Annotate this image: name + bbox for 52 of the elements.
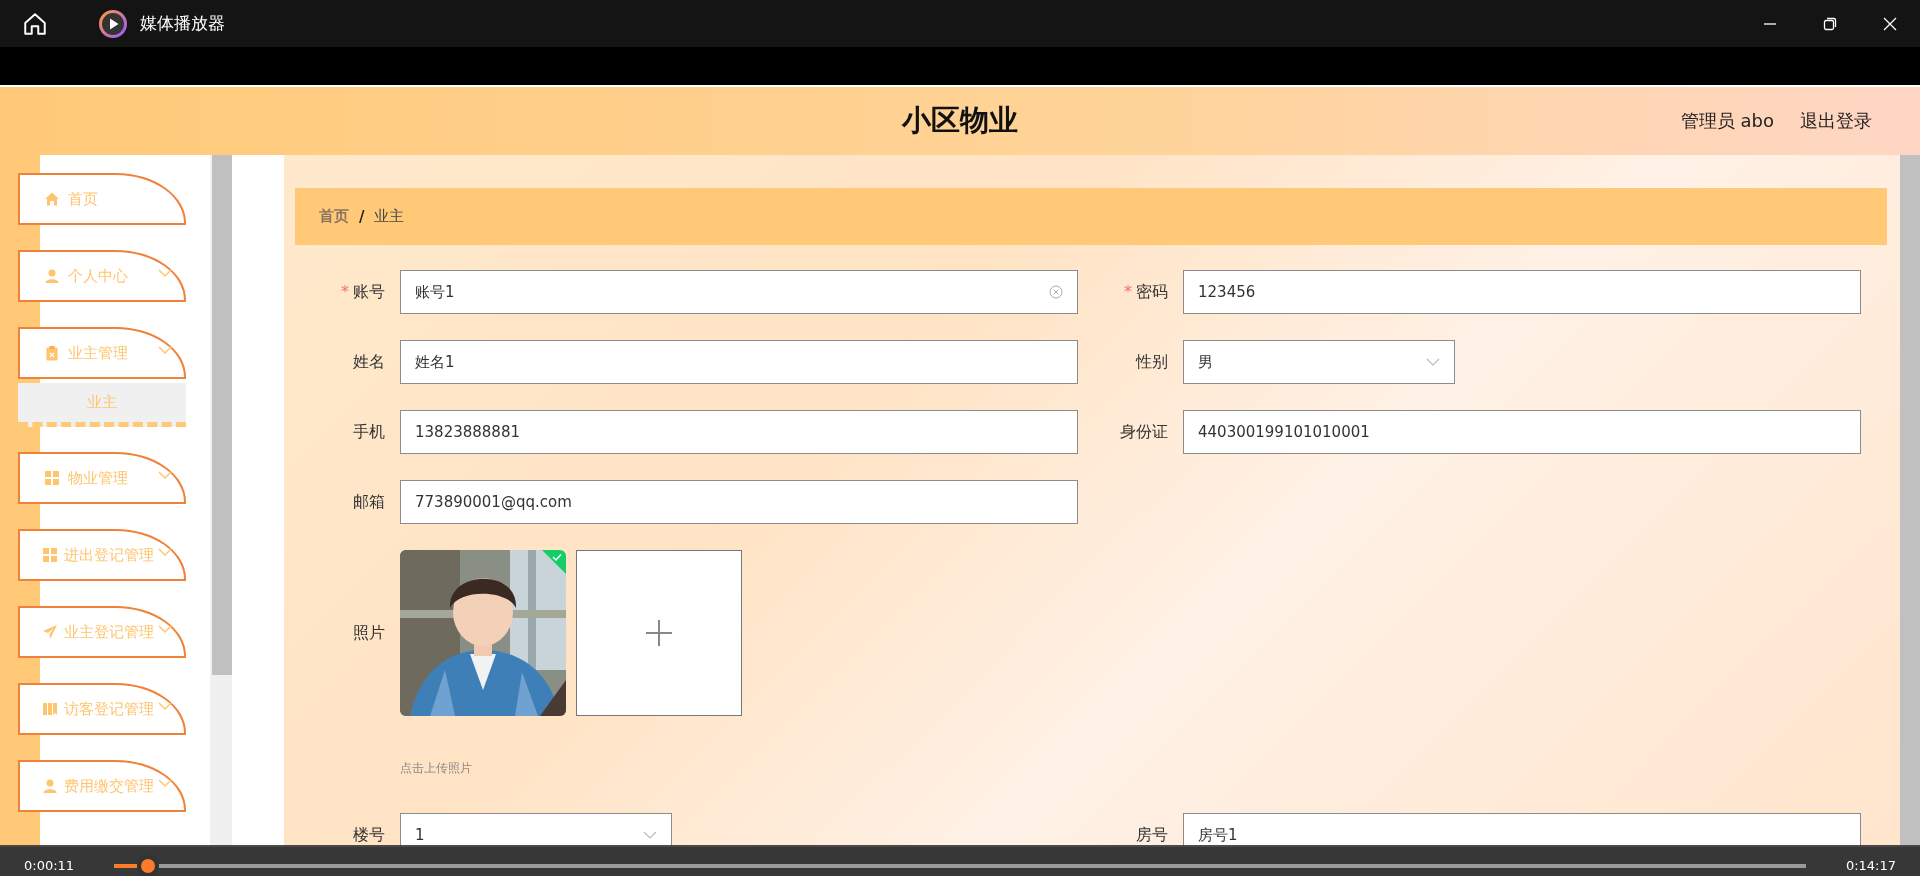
select-field[interactable]: 男 <box>1183 340 1455 384</box>
home-icon[interactable] <box>22 10 48 37</box>
field-label: 密码 <box>1136 281 1168 301</box>
grid-icon <box>44 470 60 486</box>
home-icon <box>44 191 60 207</box>
chevron-icon <box>1426 357 1440 367</box>
logout-link[interactable]: 退出登录 <box>1800 109 1872 133</box>
field-label: 账号 <box>353 281 385 301</box>
field-label: 身份证 <box>1120 421 1168 441</box>
restore-icon <box>1822 15 1838 32</box>
duration-time: 0:14:17 <box>1845 858 1896 873</box>
upload-hint: 点击上传照片 <box>400 760 472 777</box>
elapsed-time: 0:00:11 <box>24 858 76 873</box>
input-field[interactable]: 姓名1 <box>400 340 1078 384</box>
minimize-icon <box>1763 22 1777 25</box>
field-label: 房号 <box>1136 824 1168 844</box>
breadcrumb-item: 业主 <box>374 207 405 226</box>
field-label: 照片 <box>353 622 385 642</box>
input-field[interactable]: 房号1 <box>1183 813 1861 847</box>
plus-icon <box>645 619 673 647</box>
play-icon <box>99 9 127 38</box>
upload-button[interactable] <box>576 550 742 716</box>
input-field[interactable]: 13823888881 <box>400 410 1078 454</box>
book-icon <box>42 701 58 717</box>
clipboard-icon <box>44 345 60 361</box>
progress-thumb[interactable] <box>136 854 159 876</box>
clear-icon[interactable] <box>1049 285 1063 299</box>
user-name: 管理员 abo <box>1680 109 1774 133</box>
input-field[interactable]: 账号1 <box>400 270 1078 314</box>
field-label: 邮箱 <box>353 491 385 511</box>
app-title: 小区物业 <box>902 102 1018 139</box>
scrollbar[interactable] <box>210 155 232 847</box>
field-label: 楼号 <box>353 824 385 844</box>
close-icon <box>1882 15 1898 32</box>
person-icon <box>44 268 60 284</box>
grid-icon <box>42 547 58 563</box>
breadcrumb-separator: / <box>359 207 365 226</box>
paper-plane-icon <box>42 624 58 640</box>
input-field[interactable]: 773890001@qq.com <box>400 480 1078 524</box>
input-field[interactable]: 440300199101010001 <box>1183 410 1861 454</box>
scrollbar-thumb[interactable] <box>212 155 232 675</box>
scrollbar[interactable] <box>1900 155 1920 847</box>
input-field[interactable]: 123456 <box>1183 270 1861 314</box>
chevron-icon <box>643 830 657 840</box>
select-field[interactable]: 1 <box>400 813 672 847</box>
field-label: 姓名 <box>353 351 385 371</box>
person-icon <box>42 778 58 794</box>
window-title: 媒体播放器 <box>140 12 225 35</box>
required-mark: * <box>1124 281 1132 301</box>
required-mark: * <box>341 281 349 301</box>
field-label: 手机 <box>353 421 385 441</box>
field-label: 性别 <box>1136 351 1168 371</box>
